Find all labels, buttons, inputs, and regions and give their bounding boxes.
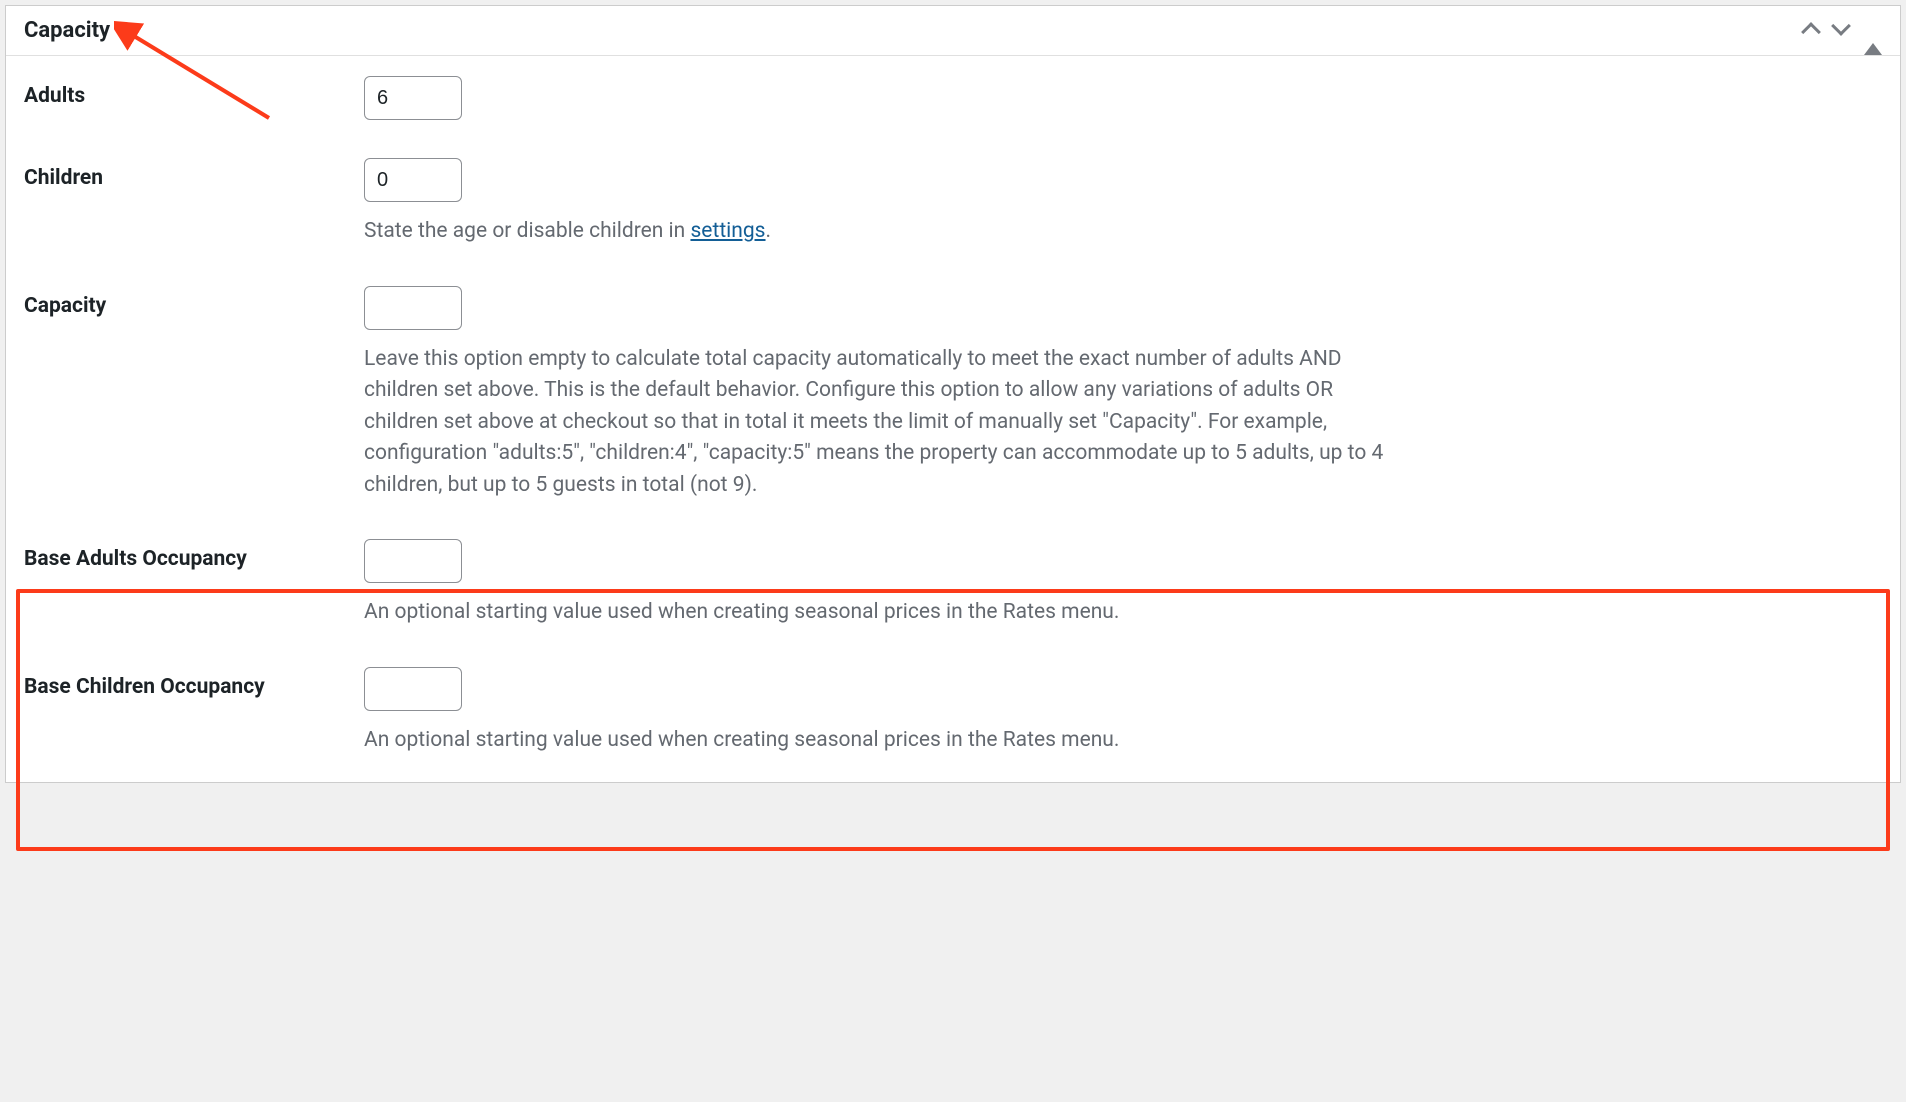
label-capacity: Capacity <box>24 286 364 318</box>
field-adults <box>364 76 1882 120</box>
input-adults[interactable] <box>364 76 462 120</box>
help-children-prefix: State the age or disable children in <box>364 219 690 243</box>
move-down-icon[interactable] <box>1834 19 1848 42</box>
field-base-adults: An optional starting value used when cre… <box>364 539 1882 629</box>
row-base-children: Base Children Occupancy An optional star… <box>24 667 1882 757</box>
help-children-suffix: . <box>766 219 772 243</box>
label-base-children: Base Children Occupancy <box>24 667 364 699</box>
row-base-adults: Base Adults Occupancy An optional starti… <box>24 539 1882 629</box>
help-base-adults: An optional starting value used when cre… <box>364 597 1404 629</box>
help-children: State the age or disable children in set… <box>364 216 1404 248</box>
label-base-adults: Base Adults Occupancy <box>24 539 364 571</box>
help-capacity: Leave this option empty to calculate tot… <box>364 344 1404 502</box>
row-adults: Adults <box>24 76 1882 120</box>
field-children: State the age or disable children in set… <box>364 158 1882 248</box>
toggle-icon[interactable] <box>1864 21 1882 41</box>
capacity-panel: Capacity Adults Children State <box>5 5 1901 783</box>
input-capacity[interactable] <box>364 286 462 330</box>
input-base-children[interactable] <box>364 667 462 711</box>
field-capacity: Leave this option empty to calculate tot… <box>364 286 1882 502</box>
input-base-adults[interactable] <box>364 539 462 583</box>
panel-title: Capacity <box>24 18 110 43</box>
settings-link[interactable]: settings <box>690 219 765 243</box>
label-children: Children <box>24 158 364 190</box>
row-children: Children State the age or disable childr… <box>24 158 1882 248</box>
input-children[interactable] <box>364 158 462 202</box>
label-adults: Adults <box>24 76 364 108</box>
help-base-children: An optional starting value used when cre… <box>364 725 1404 757</box>
panel-body: Adults Children State the age or disable… <box>6 56 1900 782</box>
row-capacity: Capacity Leave this option empty to calc… <box>24 286 1882 502</box>
panel-controls <box>1804 19 1882 42</box>
panel-header: Capacity <box>6 6 1900 56</box>
field-base-children: An optional starting value used when cre… <box>364 667 1882 757</box>
move-up-icon[interactable] <box>1804 19 1818 42</box>
